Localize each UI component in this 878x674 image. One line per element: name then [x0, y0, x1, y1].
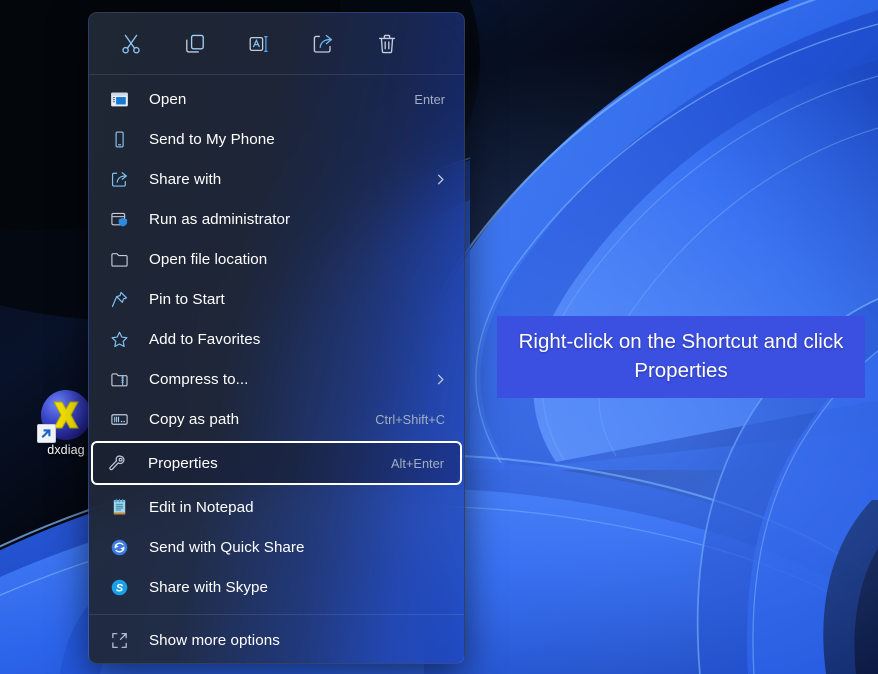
- chevron-right-icon: [434, 173, 447, 186]
- dxdiag-app-icon: [37, 390, 91, 443]
- zip-folder-icon: [110, 368, 136, 390]
- menu-item-label: Copy as path: [149, 410, 240, 428]
- menu-item-label: Edit in Notepad: [149, 498, 254, 516]
- menu-item-edit-in-notepad[interactable]: Edit in Notepad: [92, 487, 461, 527]
- menu-item-label: Open file location: [149, 250, 268, 268]
- expand-icon: [110, 629, 136, 651]
- notepad-icon: [110, 496, 136, 518]
- menu-item-label: Pin to Start: [149, 290, 225, 308]
- menu-item-open-file-location[interactable]: Open file location: [92, 239, 461, 279]
- chevron-right-icon: [434, 373, 447, 386]
- share-arrow-icon: [110, 168, 136, 190]
- shortcut-arrow-overlay: [37, 424, 56, 443]
- menu-item-share-with-skype[interactable]: S Share with Skype: [92, 567, 461, 607]
- arrow-glyph: [41, 429, 51, 438]
- menu-item-accelerator: Ctrl+Shift+C: [375, 411, 445, 427]
- menu-item-pin-to-start[interactable]: Pin to Start: [92, 279, 461, 319]
- instruction-callout: Right-click on the Shortcut and click Pr…: [497, 316, 865, 398]
- desktop-screen: dxdiag Open Enter Send to My Phone Share…: [0, 0, 878, 674]
- quick-share-icon: [110, 536, 136, 558]
- menu-item-label: Share with Skype: [149, 578, 268, 596]
- skype-icon: S: [110, 576, 136, 598]
- share-icon[interactable]: [305, 26, 341, 62]
- menu-item-label: Share with: [149, 170, 222, 188]
- menu-item-label: Send with Quick Share: [149, 538, 305, 556]
- menu-item-show-more-options[interactable]: Show more options: [92, 620, 461, 660]
- open-window-icon: [110, 88, 136, 110]
- svg-text:S: S: [116, 582, 124, 594]
- menu-item-label: Show more options: [149, 631, 280, 649]
- copy-path-icon: [110, 408, 136, 430]
- menu-item-label: Add to Favorites: [149, 330, 261, 348]
- menu-item-label: Run as administrator: [149, 210, 291, 228]
- menu-item-label: Send to My Phone: [149, 130, 275, 148]
- folder-icon: [110, 248, 136, 270]
- wrench-icon: [109, 452, 135, 474]
- context-menu-footer-items: Show more options: [89, 615, 464, 660]
- menu-item-properties[interactable]: Properties Alt+Enter: [91, 441, 462, 485]
- menu-item-copy-as-path[interactable]: Copy as path Ctrl+Shift+C: [92, 399, 461, 439]
- context-menu-items: Open Enter Send to My Phone Share with R…: [89, 75, 464, 607]
- menu-item-run-as-administrator[interactable]: Run as administrator: [92, 199, 461, 239]
- shield-window-icon: [110, 208, 136, 230]
- file-context-menu[interactable]: Open Enter Send to My Phone Share with R…: [88, 12, 465, 664]
- menu-item-send-to-my-phone[interactable]: Send to My Phone: [92, 119, 461, 159]
- menu-item-accelerator: Alt+Enter: [391, 455, 444, 471]
- menu-item-label: Open: [149, 90, 187, 108]
- cut-icon[interactable]: [113, 26, 149, 62]
- context-menu-toolbar: [89, 13, 464, 74]
- copy-icon[interactable]: [177, 26, 213, 62]
- pin-icon: [110, 288, 136, 310]
- menu-item-label: Properties: [148, 454, 218, 472]
- menu-item-open[interactable]: Open Enter: [92, 79, 461, 119]
- rename-icon[interactable]: [241, 26, 277, 62]
- star-icon: [110, 328, 136, 350]
- menu-item-share-with[interactable]: Share with: [92, 159, 461, 199]
- menu-item-compress-to[interactable]: Compress to...: [92, 359, 461, 399]
- menu-item-add-to-favorites[interactable]: Add to Favorites: [92, 319, 461, 359]
- menu-item-accelerator: Enter: [414, 91, 445, 107]
- delete-icon[interactable]: [369, 26, 405, 62]
- phone-icon: [110, 128, 136, 150]
- menu-item-send-with-quick-share[interactable]: Send with Quick Share: [92, 527, 461, 567]
- menu-item-label: Compress to...: [149, 370, 249, 388]
